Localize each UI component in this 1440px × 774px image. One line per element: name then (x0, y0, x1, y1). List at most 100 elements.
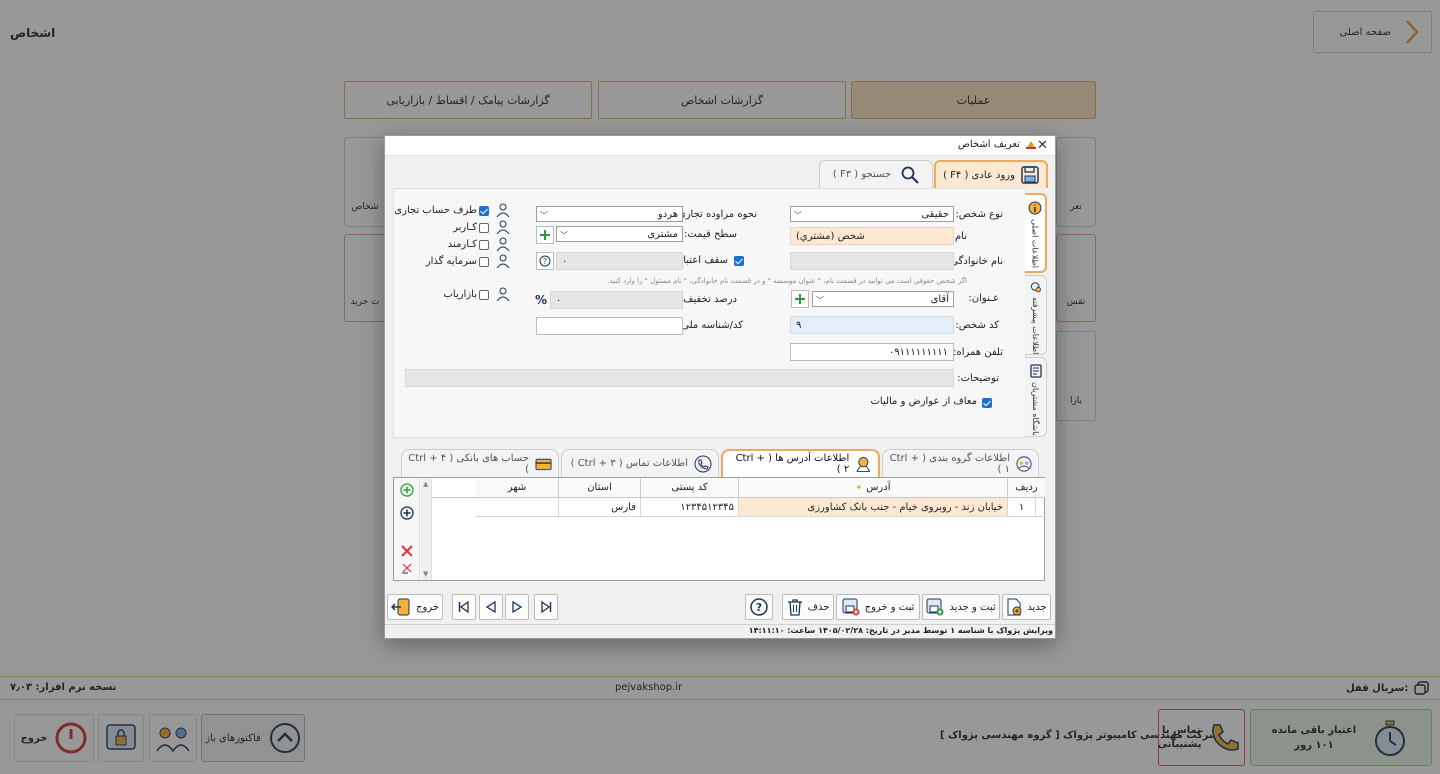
role-label: سرمایه گذار (425, 256, 477, 267)
dialog-title-text: تعریف اشخاص (957, 139, 1020, 150)
save-exit-button[interactable]: ثبت و خروج (836, 594, 920, 620)
role-label: کـاربر (453, 222, 477, 233)
plus-icon (795, 294, 805, 304)
clear-rows-icon[interactable] (401, 562, 413, 574)
person-code-field[interactable]: ۹ (790, 316, 954, 334)
mobile-field[interactable]: ۰۹۱۱۱۱۱۱۱۱۱ (790, 343, 954, 361)
role-label: طرف حساب تجاری (394, 205, 477, 216)
header-label: ردیف (1015, 482, 1038, 493)
cell-address[interactable]: خیابان زند - روبروی خیام - جنب بانک کشاو… (739, 498, 1008, 516)
app-logo-icon (1026, 140, 1036, 149)
help-icon: ? (750, 598, 768, 616)
tab-normal-entry[interactable]: ورود عادی ( F۴ ) (934, 160, 1048, 188)
save-new-button[interactable]: ثبت و جدید (922, 594, 1000, 620)
credit-limit-value: ۰ (562, 255, 568, 267)
trade-mode-select[interactable]: هردو ﹀ (536, 206, 683, 222)
percent-icon: % (535, 293, 548, 307)
person-type-value: حقیقی (921, 208, 949, 220)
price-level-select[interactable]: مشتری ﹀ (556, 226, 683, 242)
name-field[interactable]: شخص (مشتري) (790, 227, 954, 245)
description-field[interactable] (405, 369, 954, 387)
chevron-down-icon: ﹀ (560, 231, 568, 240)
exit-dialog-button[interactable]: خروج (387, 594, 443, 620)
role-checkbox-user[interactable] (479, 223, 489, 233)
trade-mode-value: هردو (657, 208, 678, 220)
tab-bank-accounts[interactable]: حساب های بانکی ( Ctrl + ۴ ) (401, 449, 559, 477)
chevron-down-icon: ﹀ (540, 211, 548, 220)
cell-row-number: ۱ (1008, 498, 1036, 516)
cell-postal-code[interactable]: ۱۲۳۴۵۱۲۳۴۵ (641, 498, 739, 516)
cell-text: فارس (611, 501, 636, 513)
dialog-titlebar (385, 136, 1055, 156)
tab-normal-label: ورود عادی ( F۴ ) (943, 169, 1015, 181)
credit-limit-field[interactable]: ۰ (556, 252, 683, 270)
tab-grouping-info[interactable]: اطلاعات گروه بندی ( Ctrl + ۱ ) (882, 449, 1039, 477)
phone-icon (694, 455, 712, 472)
exit-dialog-label: خروج (416, 601, 439, 613)
mobile-value: ۰۹۱۱۱۱۱۱۱۱۱ (888, 346, 948, 358)
save-exit-label: ثبت و خروج (864, 601, 915, 613)
credit-limit-checkbox[interactable] (734, 256, 744, 266)
new-button-label: جدید (1027, 601, 1047, 613)
role-checkbox-employee[interactable] (479, 240, 489, 250)
tab-address-info[interactable]: اطلاعات آدرس ها ( Ctrl + ۲ ) (721, 449, 880, 477)
card-icon (535, 458, 552, 470)
honorific-value: آقای (930, 293, 949, 305)
first-record-button[interactable] (452, 594, 476, 620)
tax-exempt-checkbox[interactable] (982, 398, 992, 408)
cell-city[interactable] (476, 498, 559, 516)
play-previous-icon (485, 601, 496, 613)
marketer-checkbox[interactable] (479, 290, 489, 300)
side-tab-main-info[interactable]: اطلاعات اصلی (1025, 193, 1047, 273)
side-tab-customer-club[interactable]: باشگاه مشتریان (1025, 357, 1047, 437)
insert-row-icon[interactable] (400, 506, 414, 520)
help-button[interactable]: ? (745, 594, 773, 620)
side-tab-label: باشگاه مشتریان (1031, 382, 1040, 436)
role-checkbox-investor[interactable] (479, 257, 489, 267)
user-icon (496, 203, 510, 218)
honorific-select[interactable]: آقای ﹀ (812, 291, 954, 307)
role-checkbox-account[interactable] (479, 206, 489, 216)
column-header-city[interactable]: شهر (476, 478, 559, 497)
grid-scrollbar[interactable]: ▲ ▼ (421, 478, 432, 580)
add-row-icon[interactable] (400, 483, 414, 497)
person-code-label: کد شخص: (955, 320, 999, 331)
national-id-field[interactable] (536, 317, 683, 335)
column-header-address[interactable]: ✦ آدرس (739, 478, 1008, 497)
next-record-button[interactable] (505, 594, 529, 620)
cell-text: خیابان زند - روبروی خیام - جنب بانک کشاو… (807, 501, 1003, 513)
group-icon (1016, 455, 1032, 472)
previous-record-button[interactable] (479, 594, 503, 620)
side-tab-label: اطلاعات پیشرفته (1031, 296, 1040, 354)
tab-label: اطلاعات آدرس ها ( Ctrl + ۲ ) (735, 453, 850, 475)
tab-label: اطلاعات گروه بندی ( Ctrl + ۱ ) (889, 452, 1010, 475)
column-header-province[interactable]: استان (559, 478, 641, 497)
last-record-button[interactable] (534, 594, 558, 620)
tab-search[interactable]: جستجو ( F۳ ) (819, 160, 933, 188)
new-button[interactable]: جدید (1002, 594, 1051, 620)
save-close-icon (842, 598, 860, 616)
tab-label: حساب های بانکی ( Ctrl + ۴ ) (408, 452, 529, 475)
delete-row-icon[interactable] (401, 545, 413, 557)
cell-province[interactable]: فارس (559, 498, 641, 516)
side-tab-advanced-info[interactable]: اطلاعات پیشرفته (1025, 275, 1047, 355)
user-icon (496, 220, 510, 235)
tab-contact-info[interactable]: اطلاعات تماس ( Ctrl + ۳ ) (561, 449, 719, 477)
header-label: شهر (507, 482, 527, 493)
column-header-row[interactable]: ردیف (1008, 478, 1045, 497)
plus-icon (540, 230, 550, 240)
person-type-select[interactable]: حقیقی ﹀ (790, 206, 954, 222)
cell-text: ۱۲۳۴۵۱۲۳۴۵ (680, 501, 734, 513)
price-level-label: سطح قیمت: (684, 229, 737, 240)
delete-button[interactable]: حذف (782, 594, 834, 620)
discount-field[interactable]: ۰ (550, 291, 683, 309)
close-icon[interactable]: ✕ (1037, 138, 1048, 153)
credit-help-button[interactable]: ? (536, 252, 554, 270)
column-header-postal-code[interactable]: کد پستی (641, 478, 739, 497)
family-label: نام خانوادگی: (946, 256, 1003, 267)
family-field[interactable] (790, 252, 954, 270)
settings-user-icon (1030, 282, 1041, 293)
add-price-level-button[interactable] (536, 226, 554, 244)
trade-mode-label: نحوه مراوده تجاری: (674, 209, 758, 220)
add-honorific-button[interactable] (791, 290, 809, 308)
